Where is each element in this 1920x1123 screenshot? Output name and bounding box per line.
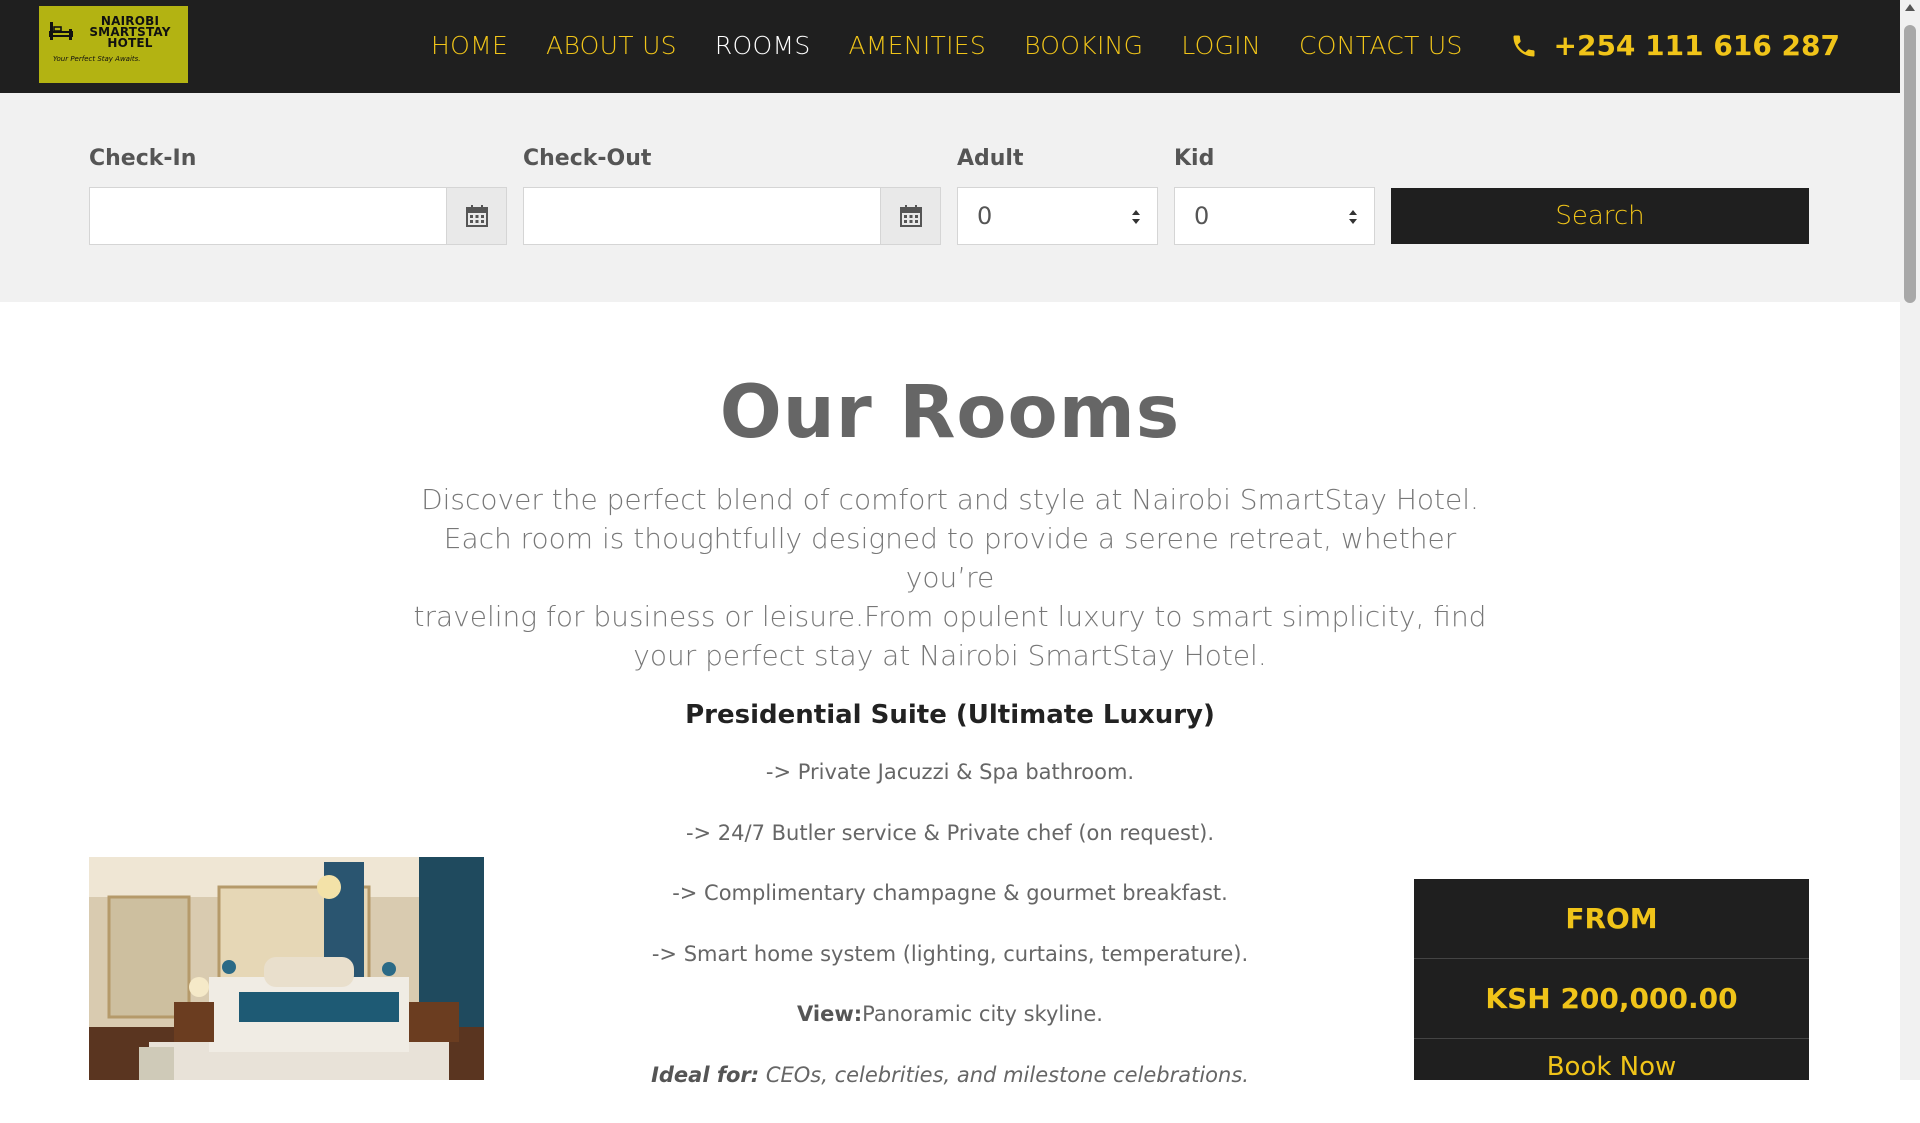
room-title: Presidential Suite (Ultimate Luxury)	[0, 700, 1900, 730]
kid-select[interactable]: 0	[1174, 187, 1375, 245]
nav-booking[interactable]: BOOKING	[1024, 26, 1143, 66]
checkout-calendar-button[interactable]	[880, 187, 941, 245]
adult-label: Adult	[957, 146, 1024, 171]
checkin-input[interactable]	[89, 187, 447, 245]
nav-login[interactable]: LOGIN	[1181, 26, 1261, 66]
nav-home[interactable]: HOME	[431, 26, 508, 66]
checkin-calendar-button[interactable]	[446, 187, 507, 245]
nav-rooms[interactable]: ROOMS	[715, 26, 811, 66]
price-from-label: FROM	[1414, 879, 1809, 959]
page-scrollbar[interactable]	[1900, 0, 1920, 1080]
page-title: Our Rooms	[0, 370, 1900, 455]
price-card: FROM KSH 200,000.00 Book Now	[1414, 879, 1809, 1080]
view-label: View:	[797, 1002, 862, 1026]
phone-number: +254 111 616 287	[1554, 26, 1841, 66]
view-value: Panoramic city skyline.	[862, 1002, 1103, 1026]
search-button[interactable]: Search	[1391, 188, 1809, 244]
logo-tagline: Your Perfect Stay Awaits.	[53, 55, 141, 63]
feature-item: -> Private Jacuzzi & Spa bathroom.	[0, 760, 1900, 821]
nav-contact-us[interactable]: CONTACT US	[1299, 26, 1463, 66]
nav-amenities[interactable]: AMENITIES	[849, 26, 987, 66]
phone-icon	[1510, 32, 1538, 60]
top-navbar: NAIROBI SMARTSTAY HOTEL Your Perfect Sta…	[0, 0, 1900, 93]
select-arrows-icon	[1348, 208, 1358, 226]
nav-about-us[interactable]: ABOUT US	[546, 26, 677, 66]
kid-label: Kid	[1174, 146, 1214, 171]
checkout-label: Check-Out	[523, 146, 651, 171]
price-value: KSH 200,000.00	[1414, 959, 1809, 1039]
booking-search-bar: Check-In Check-Out Adult 0 Kid 0	[0, 93, 1900, 302]
bed-icon	[49, 20, 73, 42]
rooms-intro: Discover the perfect blend of comfort an…	[400, 480, 1500, 675]
adult-select-value: 0	[977, 202, 992, 230]
calendar-icon	[899, 204, 923, 228]
kid-select-value: 0	[1194, 202, 1209, 230]
calendar-icon	[465, 204, 489, 228]
scroll-up-arrow-icon[interactable]	[1905, 4, 1915, 11]
bedroom-image	[89, 857, 484, 1080]
checkin-label: Check-In	[89, 146, 196, 171]
scroll-thumb[interactable]	[1904, 25, 1916, 303]
logo-text: NAIROBI SMARTSTAY HOTEL	[75, 16, 185, 49]
main-nav: HOME ABOUT US ROOMS AMENITIES BOOKING LO…	[431, 26, 1501, 66]
adult-select[interactable]: 0	[957, 187, 1158, 245]
ideal-value: CEOs, celebrities, and milestone celebra…	[759, 1063, 1249, 1087]
select-arrows-icon	[1131, 208, 1141, 226]
book-now-button[interactable]: Book Now	[1414, 1039, 1809, 1095]
room-photo	[89, 857, 484, 1080]
hotel-logo[interactable]: NAIROBI SMARTSTAY HOTEL Your Perfect Sta…	[39, 6, 188, 83]
checkout-input[interactable]	[523, 187, 881, 245]
phone-link[interactable]: +254 111 616 287	[1510, 26, 1841, 66]
ideal-label: Ideal for:	[651, 1063, 759, 1087]
